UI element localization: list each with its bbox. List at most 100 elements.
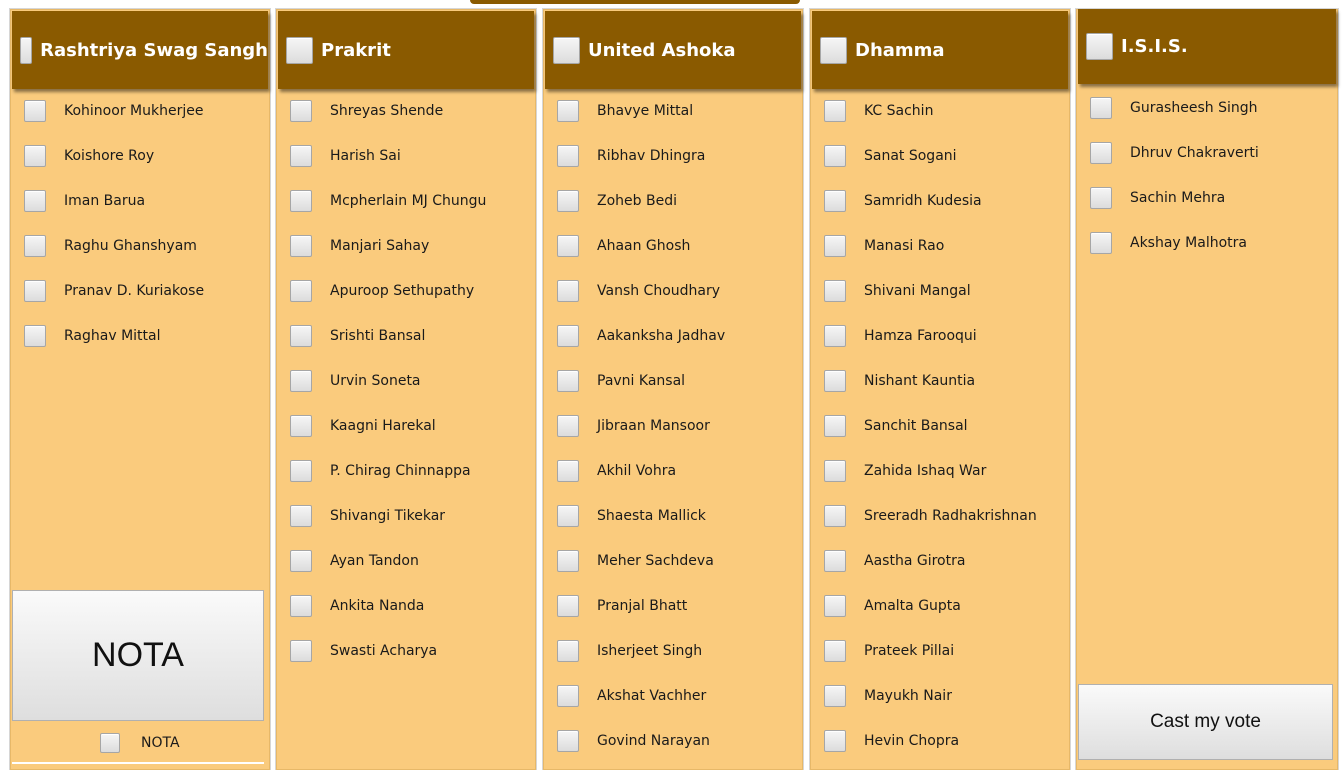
candidate-option[interactable]: Hevin Chopra (824, 729, 959, 753)
candidate-checkbox[interactable] (290, 415, 312, 437)
candidate-option[interactable]: Raghav Mittal (24, 324, 161, 348)
candidate-checkbox[interactable] (557, 370, 579, 392)
candidate-checkbox[interactable] (24, 190, 46, 212)
candidate-checkbox[interactable] (824, 190, 846, 212)
candidate-option[interactable]: Aakanksha Jadhav (557, 324, 725, 348)
candidate-checkbox[interactable] (824, 370, 846, 392)
candidate-option[interactable]: Meher Sachdeva (557, 549, 714, 573)
candidate-checkbox[interactable] (557, 550, 579, 572)
candidate-option[interactable]: Kohinoor Mukherjee (24, 99, 203, 123)
candidate-checkbox[interactable] (290, 235, 312, 257)
party-checkbox[interactable] (20, 36, 33, 64)
candidate-option[interactable]: Urvin Soneta (290, 369, 421, 393)
candidate-checkbox[interactable] (1090, 232, 1112, 254)
candidate-option[interactable]: Iman Barua (24, 189, 145, 213)
candidate-checkbox[interactable] (290, 145, 312, 167)
candidate-checkbox[interactable] (824, 235, 846, 257)
party-checkbox[interactable] (553, 36, 580, 64)
candidate-option[interactable]: Sreeradh Radhakrishnan (824, 504, 1037, 528)
candidate-checkbox[interactable] (557, 640, 579, 662)
candidate-option[interactable]: Ayan Tandon (290, 549, 419, 573)
candidate-checkbox[interactable] (557, 460, 579, 482)
candidate-checkbox[interactable] (557, 595, 579, 617)
candidate-option[interactable]: Apuroop Sethupathy (290, 279, 474, 303)
candidate-option[interactable]: Akshat Vachher (557, 684, 706, 708)
candidate-option[interactable]: Nishant Kauntia (824, 369, 975, 393)
party-checkbox[interactable] (1086, 33, 1113, 60)
candidate-checkbox[interactable] (824, 685, 846, 707)
candidate-checkbox[interactable] (290, 370, 312, 392)
candidate-checkbox[interactable] (24, 100, 46, 122)
candidate-checkbox[interactable] (557, 730, 579, 752)
candidate-option[interactable]: Sanchit Bansal (824, 414, 968, 438)
candidate-checkbox[interactable] (824, 640, 846, 662)
candidate-checkbox[interactable] (290, 640, 312, 662)
candidate-checkbox[interactable] (290, 550, 312, 572)
candidate-option[interactable]: Govind Narayan (557, 729, 710, 753)
candidate-option[interactable]: Pavni Kansal (557, 369, 685, 393)
candidate-checkbox[interactable] (557, 145, 579, 167)
candidate-option[interactable]: Aastha Girotra (824, 549, 965, 573)
candidate-option[interactable]: Amalta Gupta (824, 594, 961, 618)
candidate-option[interactable]: Mcpherlain MJ Chungu (290, 189, 486, 213)
candidate-option[interactable]: P. Chirag Chinnappa (290, 459, 471, 483)
candidate-option[interactable]: Pranjal Bhatt (557, 594, 687, 618)
candidate-option[interactable]: Sanat Sogani (824, 144, 957, 168)
candidate-checkbox[interactable] (290, 460, 312, 482)
party-checkbox[interactable] (820, 36, 847, 64)
candidate-option[interactable]: Raghu Ghanshyam (24, 234, 197, 258)
nota-checkbox[interactable] (100, 733, 120, 753)
candidate-checkbox[interactable] (824, 100, 846, 122)
candidate-option[interactable]: Mayukh Nair (824, 684, 952, 708)
candidate-option[interactable]: Ahaan Ghosh (557, 234, 690, 258)
candidate-checkbox[interactable] (24, 145, 46, 167)
candidate-option[interactable]: KC Sachin (824, 99, 933, 123)
candidate-option[interactable]: Manjari Sahay (290, 234, 429, 258)
candidate-checkbox[interactable] (824, 550, 846, 572)
candidate-option[interactable]: Vansh Choudhary (557, 279, 720, 303)
candidate-option[interactable]: Koishore Roy (24, 144, 154, 168)
candidate-option[interactable]: Jibraan Mansoor (557, 414, 710, 438)
candidate-option[interactable]: Srishti Bansal (290, 324, 425, 348)
candidate-checkbox[interactable] (290, 325, 312, 347)
candidate-checkbox[interactable] (290, 595, 312, 617)
candidate-option[interactable]: Harish Sai (290, 144, 401, 168)
candidate-checkbox[interactable] (290, 100, 312, 122)
candidate-option[interactable]: Manasi Rao (824, 234, 944, 258)
candidate-checkbox[interactable] (557, 190, 579, 212)
cast-vote-button[interactable]: Cast my vote (1078, 684, 1333, 760)
candidate-option[interactable]: Bhavye Mittal (557, 99, 693, 123)
candidate-option[interactable]: Shaesta Mallick (557, 504, 706, 528)
candidate-option[interactable]: Sachin Mehra (1090, 186, 1225, 210)
candidate-option[interactable]: Pranav D. Kuriakose (24, 279, 204, 303)
candidate-checkbox[interactable] (824, 505, 846, 527)
candidate-checkbox[interactable] (824, 730, 846, 752)
candidate-checkbox[interactable] (1090, 97, 1112, 119)
candidate-checkbox[interactable] (824, 280, 846, 302)
candidate-option[interactable]: Ribhav Dhingra (557, 144, 705, 168)
candidate-option[interactable]: Zoheb Bedi (557, 189, 677, 213)
candidate-checkbox[interactable] (290, 190, 312, 212)
candidate-option[interactable]: Ankita Nanda (290, 594, 424, 618)
candidate-checkbox[interactable] (24, 235, 46, 257)
candidate-option[interactable]: Shivani Mangal (824, 279, 971, 303)
candidate-option[interactable]: Dhruv Chakraverti (1090, 141, 1259, 165)
candidate-checkbox[interactable] (24, 280, 46, 302)
nota-button[interactable]: NOTA (12, 590, 264, 721)
candidate-checkbox[interactable] (557, 280, 579, 302)
candidate-checkbox[interactable] (557, 325, 579, 347)
candidate-option[interactable]: Hamza Farooqui (824, 324, 977, 348)
candidate-checkbox[interactable] (1090, 142, 1112, 164)
party-checkbox[interactable] (286, 36, 313, 64)
candidate-checkbox[interactable] (557, 415, 579, 437)
candidate-option[interactable]: Samridh Kudesia (824, 189, 982, 213)
candidate-checkbox[interactable] (1090, 187, 1112, 209)
candidate-checkbox[interactable] (824, 415, 846, 437)
candidate-option[interactable]: Zahida Ishaq War (824, 459, 986, 483)
candidate-checkbox[interactable] (824, 325, 846, 347)
candidate-checkbox[interactable] (824, 145, 846, 167)
candidate-option[interactable]: Shreyas Shende (290, 99, 443, 123)
candidate-option[interactable]: Kaagni Harekal (290, 414, 436, 438)
candidate-option[interactable]: Shivangi Tikekar (290, 504, 445, 528)
candidate-checkbox[interactable] (290, 505, 312, 527)
